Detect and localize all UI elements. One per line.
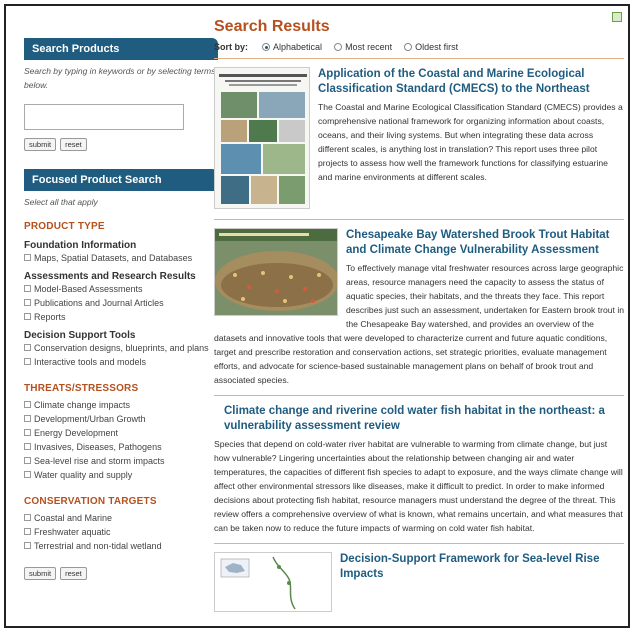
product-type-title: PRODUCT TYPE [24,221,105,232]
option-label: Sea-level rise and storm impacts [34,456,165,466]
checkbox[interactable] [24,313,31,320]
result-item: Chesapeake Bay Watershed Brook Trout Hab… [214,220,624,396]
radio[interactable] [404,43,413,51]
checkbox[interactable] [24,528,31,535]
sort-option-alphabetical[interactable]: Alphabetical [262,42,322,52]
checkbox-option[interactable]: Model-Based Assessments [24,282,218,296]
checkbox[interactable] [24,514,31,521]
decision-support-title: Decision Support Tools [24,330,136,341]
option-label: Energy Development [34,428,119,438]
results-panel: Search Results Sort by: Alphabetical Mos… [214,18,624,622]
result-item: Climate change and riverine cold water f… [214,396,624,544]
checkbox[interactable] [24,429,31,436]
targets-title: CONSERVATION TARGETS [24,496,157,507]
checkbox-option[interactable]: Maps, Spatial Datasets, and Databases [24,251,218,265]
focused-help-text: Select all that apply [24,197,98,207]
checkbox-option[interactable]: Sea-level rise and storm impacts [24,454,218,468]
checkbox-option[interactable]: Energy Development [24,426,218,440]
checkbox-option[interactable]: Reports [24,310,218,324]
submit-button-bottom[interactable]: submit [24,567,57,580]
checkbox[interactable] [24,285,31,292]
checkbox-option[interactable]: Development/Urban Growth [24,412,218,426]
option-label: Climate change impacts [34,400,131,410]
checkbox-option[interactable]: Conservation designs, blueprints, and pl… [24,341,218,355]
map-cover-graphic [215,553,331,611]
checkbox-option[interactable]: Terrestrial and non-tidal wetland [24,539,218,553]
focused-search-heading: Focused Product Search [24,169,218,191]
result-description: Species that depend on cold-water river … [214,439,623,533]
threats-title: THREATS/STRESSORS [24,383,139,394]
sort-option-oldest-first[interactable]: Oldest first [404,42,458,52]
checkbox[interactable] [24,542,31,549]
checkbox[interactable] [24,443,31,450]
checkbox-option[interactable]: Publications and Journal Articles [24,296,218,310]
report-cover-thumbnail[interactable] [214,552,332,612]
radio-selected[interactable] [262,43,271,51]
cover-graphic [215,68,309,208]
page-frame: Search Products Search by typing in keyw… [4,4,630,628]
report-cover-thumbnail[interactable] [214,228,338,316]
option-label: Conservation designs, blueprints, and pl… [34,343,209,353]
sidebar: Search Products Search by typing in keyw… [24,38,218,580]
checkbox-option[interactable]: Water quality and supply [24,468,218,482]
sort-option-label: Alphabetical [273,42,323,52]
search-products-heading: Search Products [24,38,218,60]
reset-button-bottom[interactable]: reset [60,567,87,580]
sort-option-label: Most recent [345,42,393,52]
report-cover-thumbnail[interactable] [214,67,310,209]
option-label: Invasives, Diseases, Pathogens [34,442,162,452]
sort-label: Sort by: [214,42,249,52]
foundation-title: Foundation Information [24,240,137,251]
sort-option-label: Oldest first [415,42,459,52]
checkbox-option[interactable]: Freshwater aquatic [24,525,218,539]
checkbox[interactable] [24,457,31,464]
sort-option-most-recent[interactable]: Most recent [334,42,392,52]
result-item: Application of the Coastal and Marine Ec… [214,59,624,220]
option-label: Maps, Spatial Datasets, and Databases [34,253,193,263]
checkbox[interactable] [24,344,31,351]
reset-button[interactable]: reset [60,138,87,151]
checkbox[interactable] [24,471,31,478]
option-label: Model-Based Assessments [34,284,143,294]
result-item: Decision-Support Framework for Sea-level… [214,544,624,622]
option-label: Development/Urban Growth [34,414,146,424]
checkbox-option[interactable]: Interactive tools and models [24,355,218,369]
checkbox[interactable] [24,299,31,306]
checkbox[interactable] [24,401,31,408]
option-label: Interactive tools and models [34,357,147,367]
checkbox[interactable] [24,358,31,365]
submit-button[interactable]: submit [24,138,57,151]
option-label: Water quality and supply [34,470,133,480]
option-label: Publications and Journal Articles [34,298,164,308]
sort-bar: Sort by: Alphabetical Most recent Oldest… [214,42,624,59]
checkbox-option[interactable]: Invasives, Diseases, Pathogens [24,440,218,454]
option-label: Coastal and Marine [34,513,113,523]
checkbox[interactable] [24,415,31,422]
page-title: Search Results [214,18,330,35]
checkbox-option[interactable]: Climate change impacts [24,398,218,412]
radio[interactable] [334,43,343,51]
search-input[interactable] [24,104,184,130]
option-label: Terrestrial and non-tidal wetland [34,541,162,551]
option-label: Reports [34,312,66,322]
trout-cover-graphic [215,229,337,315]
search-help-text: Search by typing in keywords or by selec… [24,66,216,90]
assessments-title: Assessments and Research Results [24,271,196,282]
checkbox[interactable] [24,254,31,261]
checkbox-option[interactable]: Coastal and Marine [24,511,218,525]
result-title-link[interactable]: Climate change and riverine cold water f… [214,404,624,434]
option-label: Freshwater aquatic [34,527,111,537]
